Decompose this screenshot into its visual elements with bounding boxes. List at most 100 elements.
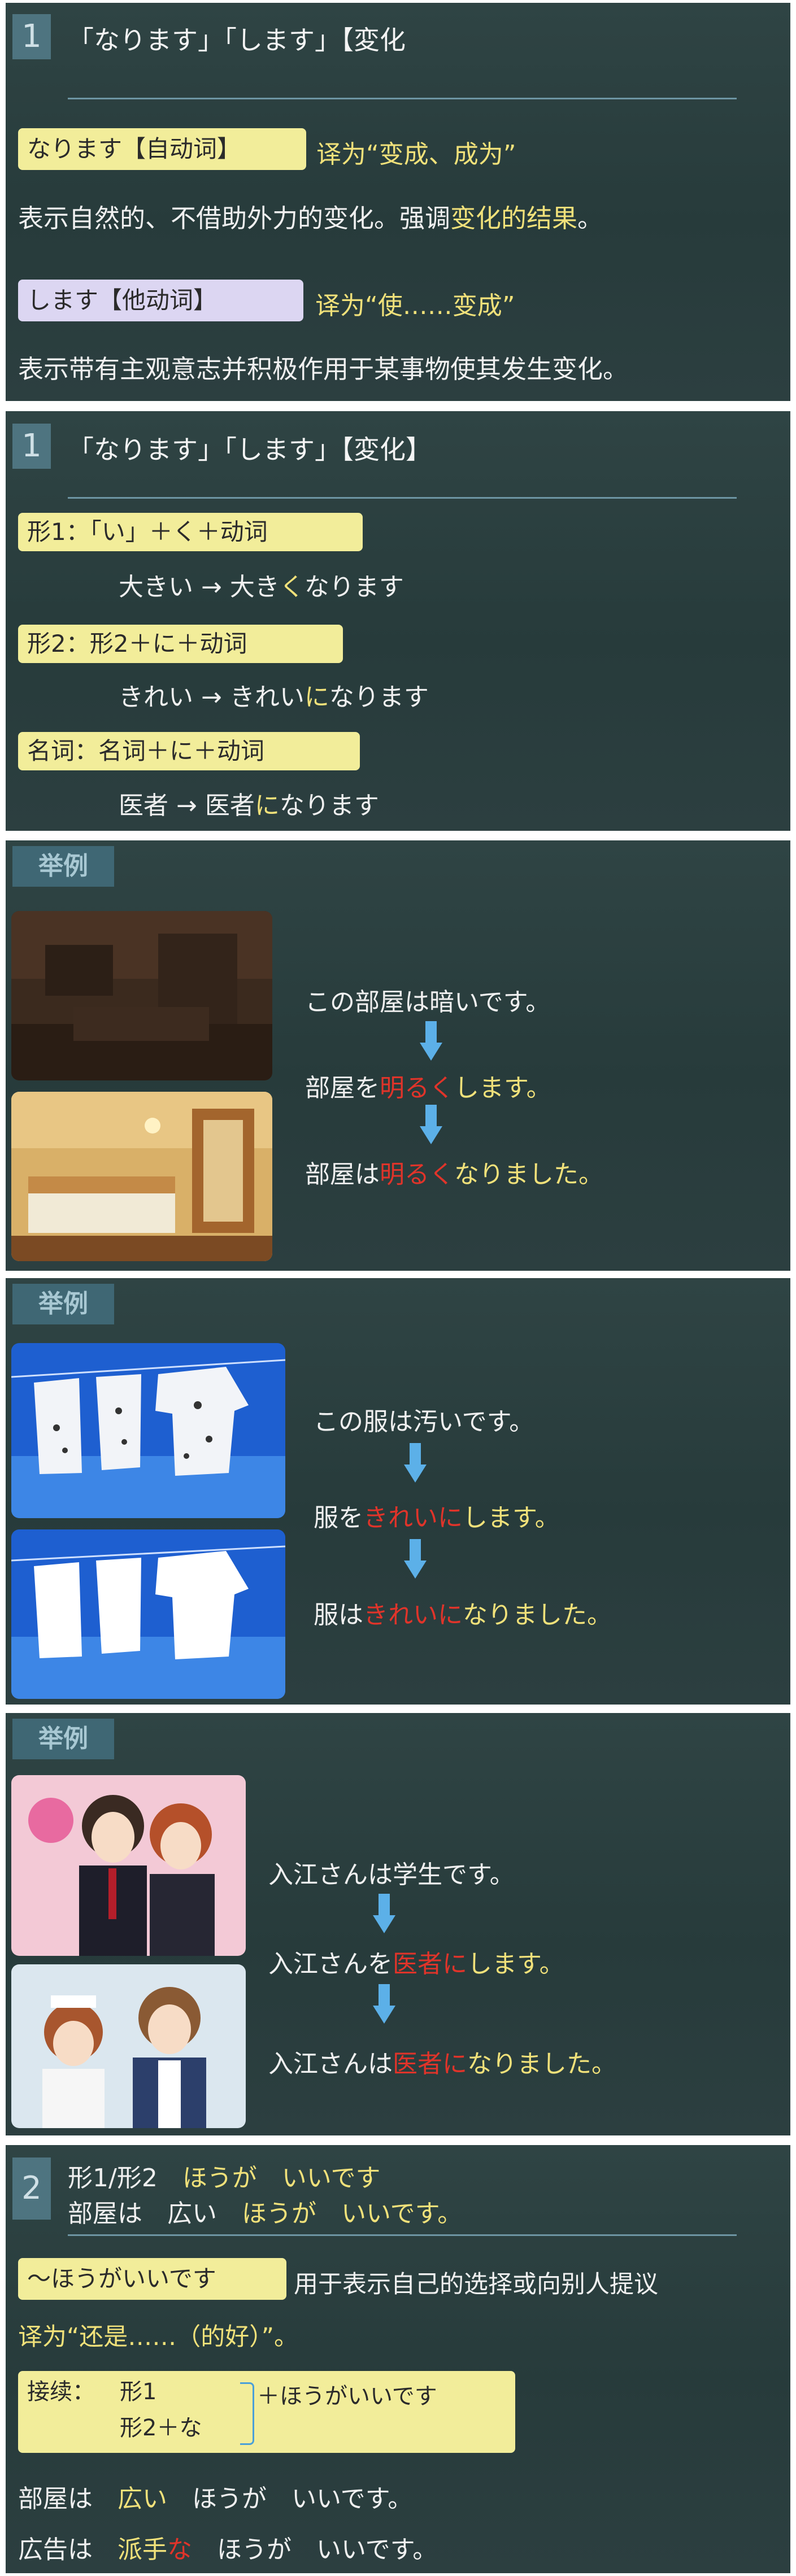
example-text: きれい → きれい xyxy=(119,683,305,712)
slide-conjugation-rules: 1 「なります」「します」【変化】 形1：「い」＋く＋动词 大きい → 大きくな… xyxy=(6,411,790,831)
slide-example-clothes: 举例 この服は汚いです。 服をきれいにします。 服はきれいになりました。 xyxy=(6,1278,790,1705)
suru-description: 表示带有主观意志并积极作用于某事物使其发生变化。 xyxy=(18,354,629,384)
arrow-down-icon xyxy=(420,1021,442,1061)
sentence-naru: 部屋は明るくなりました。 xyxy=(305,1154,603,1190)
section-number: 1 xyxy=(12,14,51,59)
example-sentence-hade: 広告は 派手な ほうが いいです。 xyxy=(18,2529,437,2565)
slide-example-irie: 举例 入江さんは学生です。 入江さんを医者にします。 入江さんは医者になりました… xyxy=(6,1713,790,2135)
rule-adjective-i: 形1：「い」＋く＋动词 xyxy=(18,513,363,551)
sentence-verb: なりました。 xyxy=(454,1160,603,1189)
sentence-highlight: きれいに xyxy=(363,1503,463,1532)
sentence-verb: なりました。 xyxy=(467,2050,616,2078)
connection-suffix: ＋ほうがいいです xyxy=(257,2383,437,2409)
connection-adj-na: 形2＋な xyxy=(120,2415,202,2441)
example-adj: 広い xyxy=(118,2485,167,2513)
example-text: なります xyxy=(279,791,379,820)
title-underline xyxy=(68,497,737,499)
arrow-down-icon xyxy=(404,1443,427,1483)
rule-noun: 名词：名词＋に＋动词 xyxy=(18,732,360,770)
sentence-highlight: 医者に xyxy=(393,2050,467,2078)
connection-label: 接续： xyxy=(27,2379,95,2405)
example-tag: 举例 xyxy=(12,846,114,887)
example-text: 部屋は xyxy=(18,2485,118,2513)
example-highlight: く xyxy=(279,573,305,601)
sentence-text: 服は xyxy=(314,1601,363,1629)
connection-bracket xyxy=(240,2382,254,2445)
clean-clothes-image xyxy=(11,1529,285,1699)
dark-room-image xyxy=(11,911,272,1080)
naru-translation: 译为“变成、成为” xyxy=(316,140,516,169)
arrow-down-icon xyxy=(404,1539,427,1579)
example-na: な xyxy=(167,2535,192,2564)
sentence-student: 入江さんは学生です。 xyxy=(268,1860,515,1889)
example-highlight: に xyxy=(254,791,280,820)
example-tag: 举例 xyxy=(12,1284,114,1324)
suru-translation: 译为“使……变成” xyxy=(315,291,515,320)
example-highlight: に xyxy=(304,683,329,712)
example-adjective-na: きれい → きれいになります xyxy=(119,677,429,713)
sentence-highlight: 医者に xyxy=(393,1950,467,1978)
sentence-naru: 入江さんは医者になりました。 xyxy=(268,2043,616,2080)
arrow-down-icon xyxy=(373,1984,395,2024)
dirty-clothes-image xyxy=(11,1343,285,1518)
example-text: 広告は xyxy=(18,2535,118,2564)
example-text: 大きい → 大き xyxy=(119,573,280,601)
bright-room-image xyxy=(11,1092,272,1261)
slide-naru-suru-intro: 1 「なります」「します」【変化 なります【自动词】 译为“变成、成为” 表示自… xyxy=(6,3,790,401)
example-tag: 举例 xyxy=(12,1719,114,1759)
sentence-verb: します。 xyxy=(454,1074,551,1102)
slide-title: 「なります」「します」【変化】 xyxy=(68,434,432,465)
section-number: 1 xyxy=(12,424,51,469)
pattern-example-heading: 部屋は 広い ほうが いいです。 xyxy=(68,2193,462,2229)
sentence-text: 入江さんは xyxy=(268,2050,393,2078)
suru-pill: します【他动词】 xyxy=(18,280,303,321)
slide-hou-ga-ii: 2 形1/形2 ほうが いいです 部屋は 広い ほうが いいです。 ～ほうがいい… xyxy=(6,2145,790,2573)
example-adj: 派手 xyxy=(118,2535,167,2564)
example-text: ほうが いいです。 xyxy=(192,2535,438,2564)
title-underline xyxy=(68,98,737,99)
example-text: 医者 → 医者 xyxy=(119,791,255,820)
sentence-suru: 部屋を明るくします。 xyxy=(305,1067,551,1104)
hougaii-pill: ～ほうがいいです xyxy=(18,2258,286,2300)
example-adjective-i: 大きい → 大きくなります xyxy=(119,566,404,603)
pattern-hou: ほうが いいです xyxy=(182,2164,381,2193)
sentence-dark: この部屋は暗いです。 xyxy=(305,988,551,1017)
sentence-text: 部屋を xyxy=(305,1074,380,1102)
doctor-nurse-anime-image xyxy=(11,1964,246,2128)
naru-pill: なります【自动词】 xyxy=(18,128,306,170)
pattern-heading: 形1/形2 ほうが いいです xyxy=(68,2157,381,2194)
example-text: なります xyxy=(304,573,404,601)
rule-adjective-na: 形2：形2＋に＋动词 xyxy=(18,625,343,663)
sentence-highlight: 明るく xyxy=(380,1074,454,1102)
sentence-verb: なりました。 xyxy=(463,1601,612,1629)
sentence-suru: 入江さんを医者にします。 xyxy=(268,1943,564,1980)
arrow-down-icon xyxy=(373,1894,395,1933)
translation-note: 译为“还是……（的好）”。 xyxy=(18,2323,299,2351)
sentence-verb: します。 xyxy=(463,1503,560,1532)
example-noun: 医者 → 医者になります xyxy=(119,785,379,821)
sentence-verb: します。 xyxy=(467,1950,564,1978)
sentence-highlight: きれいに xyxy=(363,1601,463,1629)
slide-example-room: 举例 この部屋は暗いです。 部屋を明るくします。 部屋は明るくなりました。 xyxy=(6,840,790,1271)
pattern-hou: ほうが いいです。 xyxy=(242,2199,463,2228)
example-sentence-hiroi: 部屋は 広い ほうが いいです。 xyxy=(18,2478,412,2514)
connection-adj-i: 形1 xyxy=(120,2379,157,2405)
example-text: ほうが いいです。 xyxy=(167,2485,413,2513)
sentence-text: 部屋は xyxy=(305,1160,380,1189)
sentence-naru: 服はきれいになりました。 xyxy=(314,1594,612,1631)
arrow-down-icon xyxy=(420,1105,442,1144)
sentence-suru: 服をきれいにします。 xyxy=(314,1497,560,1533)
sentence-text: 服を xyxy=(314,1503,363,1532)
sentence-text: 入江さんを xyxy=(268,1950,393,1978)
slide-title: 「なります」「します」【変化 xyxy=(68,25,406,55)
naru-desc-part: 表示自然的、不借助外力的变化。强调 xyxy=(18,203,451,233)
sentence-dirty: この服は汚いです。 xyxy=(314,1407,534,1436)
naru-description: 表示自然的、不借助外力的变化。强调变化的结果。 xyxy=(18,198,603,234)
naru-desc-highlight: 变化的结果 xyxy=(450,203,578,233)
section-number: 2 xyxy=(12,2157,51,2220)
usage-note: 用于表示自己的选择或向别人提议 xyxy=(294,2270,658,2299)
sentence-highlight: 明るく xyxy=(380,1160,454,1189)
title-underline xyxy=(68,2234,737,2236)
naru-desc-end: 。 xyxy=(577,203,603,233)
pattern-text: 部屋は 広い xyxy=(68,2199,242,2228)
